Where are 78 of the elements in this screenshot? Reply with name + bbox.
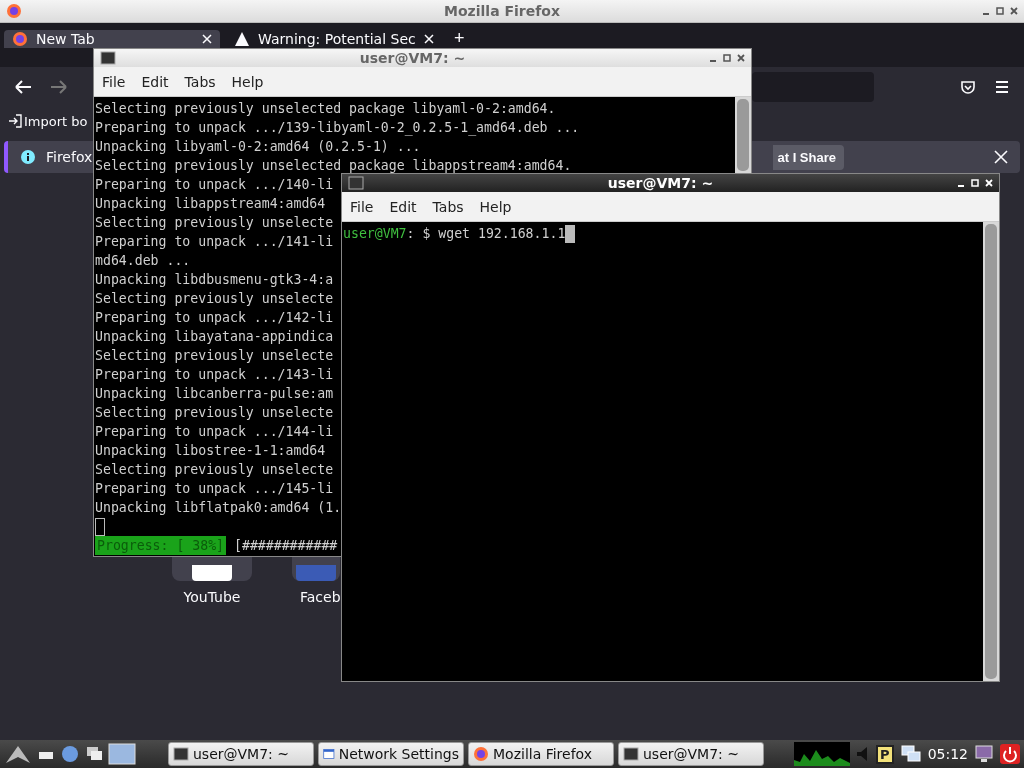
prompt-user: user@VM7	[343, 225, 407, 243]
back-icon[interactable]	[14, 79, 32, 95]
terminal-icon	[623, 746, 639, 762]
menu-item[interactable]: Tabs	[426, 196, 470, 217]
terminal-icon	[100, 50, 116, 66]
shortcut-label: Faceb	[299, 589, 341, 605]
taskbar-button[interactable]: Network Settings	[318, 742, 464, 766]
terminal-line: Unpacking libyaml-0-2:amd64 (0.2.5-1) ...	[95, 138, 421, 156]
terminal-line: Unpacking libostree-1-1:amd64	[95, 442, 326, 460]
terminal-icon	[173, 746, 189, 762]
menu-item[interactable]: Tabs	[178, 71, 222, 92]
terminal-line: Preparing to unpack .../144-li	[95, 423, 334, 441]
menu-item[interactable]: Edit	[135, 71, 175, 92]
terminal-icon	[348, 175, 364, 191]
terminal-command: : $ wget 192.168.1.1	[406, 225, 566, 243]
close-icon[interactable]	[737, 54, 745, 62]
browser-tab[interactable]: New Tab	[4, 30, 220, 48]
text-cursor	[565, 224, 576, 243]
terminal-line: Selecting previously unselecte	[95, 214, 334, 232]
pocket-icon[interactable]	[960, 79, 976, 95]
info-icon	[20, 149, 36, 165]
monitor-icon[interactable]	[974, 744, 994, 764]
address-field[interactable]	[752, 72, 874, 102]
terminal-line: Unpacking libcanberra-pulse:am	[95, 385, 334, 403]
window-icon	[323, 746, 335, 762]
menu-item[interactable]: Help	[225, 71, 270, 92]
power-icon[interactable]	[1000, 744, 1020, 764]
menu-item[interactable]: File	[344, 196, 380, 217]
close-icon[interactable]	[1010, 7, 1018, 15]
terminal-line: Preparing to unpack .../140-li	[95, 176, 334, 194]
shortcut-tile[interactable]	[172, 557, 252, 581]
terminal-line: Selecting previously unselecte	[95, 404, 334, 422]
window-title: user@VM7: ~	[359, 50, 466, 66]
progress-bar-text: [############	[234, 537, 338, 555]
forward-icon[interactable]	[50, 79, 68, 95]
shortcut-tile[interactable]	[292, 557, 340, 581]
menu-item[interactable]: File	[96, 71, 132, 92]
window-title: user@VM7: ~	[607, 175, 714, 191]
network-icon[interactable]	[899, 744, 922, 764]
terminal-line: Preparing to unpack .../143-li	[95, 366, 334, 384]
progress-label: Progress: [ 38%]	[95, 536, 227, 555]
menu-icon[interactable]	[994, 79, 1010, 95]
terminal-line: Selecting previously unselected package libyaml-0-2:amd64.	[95, 100, 556, 118]
terminal-line: Selecting previously unselecte	[95, 347, 334, 365]
cpu-graph	[794, 742, 851, 766]
taskbar-button[interactable]: user@VM7: ~	[618, 742, 764, 766]
new-tab-button[interactable]: +	[448, 30, 471, 46]
browser-tab[interactable]: Warning: Potential Sec	[226, 30, 442, 48]
terminal-line: Preparing to unpack .../141-li	[95, 233, 334, 251]
menu-item[interactable]: Edit	[383, 196, 423, 217]
terminal-line: Selecting previously unselecte	[95, 461, 334, 479]
import-icon	[8, 114, 22, 128]
notification-button[interactable]: at I Share	[773, 144, 844, 170]
terminal-line: Selecting previously unselecte	[95, 290, 334, 308]
text-cursor	[95, 518, 105, 536]
taskbar-button[interactable]: user@VM7: ~	[168, 742, 314, 766]
window-title: Mozilla Firefox	[444, 3, 560, 19]
menu-item[interactable]: Help	[473, 196, 518, 217]
terminal-line: Unpacking libayatana-appindica	[95, 328, 334, 346]
terminal-line: md64.deb ...	[95, 252, 191, 270]
terminal-line: Preparing to unpack .../145-li	[95, 480, 334, 498]
terminal-line: Preparing to unpack .../139-libyaml-0-2_0.2.5-1_amd64.deb ...	[95, 119, 580, 137]
notification-text: Firefox	[46, 149, 93, 165]
firefox-icon	[12, 31, 28, 47]
terminal-line: Preparing to unpack .../142-li	[95, 309, 334, 327]
clock: 05:12	[927, 746, 968, 762]
maximize-icon[interactable]	[723, 54, 731, 62]
maximize-icon[interactable]	[996, 7, 1004, 15]
shortcut-label: YouTube	[183, 589, 241, 605]
firefox-icon	[6, 3, 22, 19]
taskbar-button[interactable]: Mozilla Firefox	[468, 742, 614, 766]
terminal-line: Unpacking libappstream4:amd64	[95, 195, 326, 213]
terminal-line: Unpacking libflatpak0:amd64 (1.	[95, 499, 342, 517]
terminal-line: Unpacking libdbusmenu-gtk3-4:a	[95, 271, 334, 289]
bookmark-link[interactable]: Import bo	[8, 113, 88, 129]
indicator-badge[interactable]: P	[876, 744, 894, 764]
terminal-line: Selecting previously unselected package libappstream4:amd64.	[95, 157, 572, 175]
firefox-icon	[473, 746, 489, 762]
